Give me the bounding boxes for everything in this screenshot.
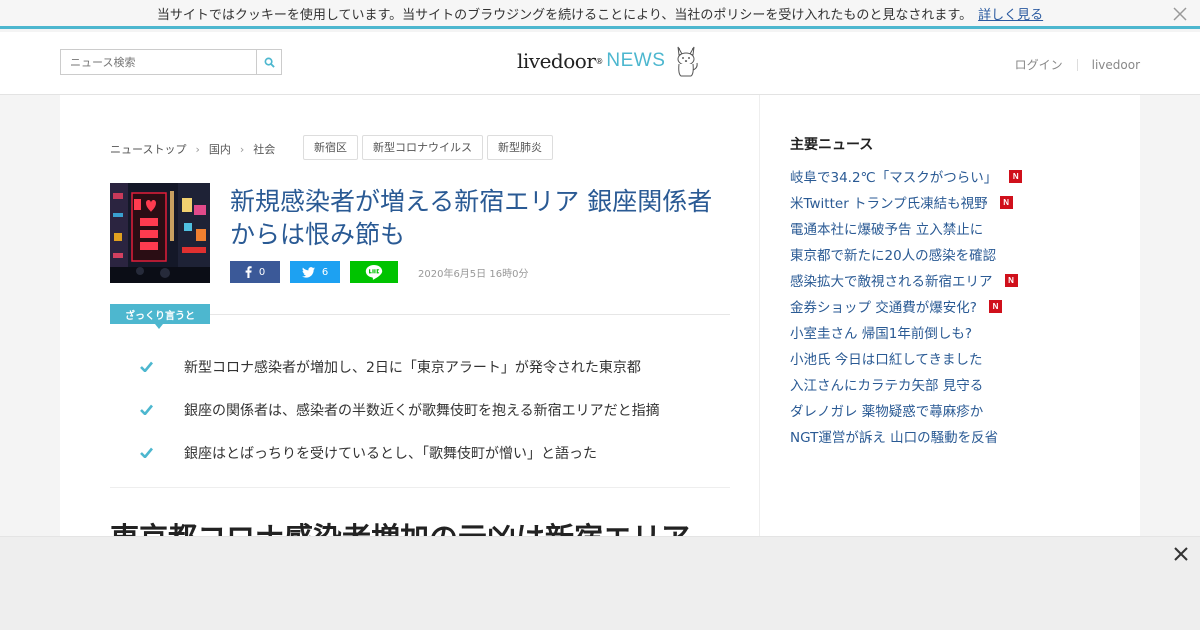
article-date: 2020年6月5日 16時0分 — [418, 269, 529, 280]
article-thumbnail[interactable] — [110, 183, 210, 283]
close-icon[interactable] — [1172, 6, 1188, 22]
search-input[interactable] — [61, 50, 258, 74]
top-news-list: 岐阜で34.2℃「マスクがつらい」 N 米Twitter トランプ氏凍結も視野 N 電通… — [790, 163, 1110, 449]
new-badge: N — [988, 299, 1002, 313]
news-item-title: ダレノガレ 薬物疑惑で蕁麻疹か — [790, 404, 984, 420]
news-item[interactable]: 金券ショップ 交通費が爆安化? N — [790, 293, 1110, 319]
logo-livedoor: livedoor — [517, 49, 596, 73]
summary-divider — [210, 314, 730, 315]
checkmark-icon — [140, 447, 184, 458]
news-item-title: 米Twitter トランプ氏凍結も視野 — [790, 196, 988, 212]
checkmark-icon — [140, 404, 184, 415]
close-icon[interactable] — [1172, 545, 1190, 563]
news-item-title: 東京都で新たに20人の感染を確認 — [790, 248, 997, 264]
kabukicho-street-photo — [110, 183, 210, 283]
summary-label-tail — [155, 324, 163, 329]
twitter-share-count: 6 — [321, 266, 329, 278]
tag-coronavirus[interactable]: 新型コロナウイルス — [362, 135, 483, 160]
summary-point-text: 銀座はとばっちりを受けているとし、「歌舞伎町が憎い」と語った — [184, 445, 597, 462]
divider — [1076, 58, 1078, 71]
section-divider — [110, 487, 730, 488]
twitter-share-button[interactable]: 6 — [290, 261, 340, 283]
new-badge: N — [1004, 273, 1018, 287]
summary-point: 銀座はとばっちりを受けているとし、「歌舞伎町が憎い」と語った — [140, 431, 740, 474]
news-item[interactable]: 電通本社に爆破予告 立入禁止に — [790, 215, 1110, 241]
breadcrumb-item-top[interactable]: ニューストップ — [110, 141, 186, 157]
news-item[interactable]: 岐阜で34.2℃「マスクがつらい」 N — [790, 163, 1110, 189]
new-badge: N — [999, 195, 1013, 209]
news-item-title: 金券ショップ 交通費が爆安化? — [790, 300, 977, 316]
logo-registered-mark: ® — [595, 56, 604, 66]
search-button[interactable] — [257, 50, 281, 74]
news-item[interactable]: 小池氏 今日は口紅してきました — [790, 345, 1110, 371]
news-item[interactable]: 感染拡大で敵視される新宿エリア N — [790, 267, 1110, 293]
news-item[interactable]: 米Twitter トランプ氏凍結も視野 N — [790, 189, 1110, 215]
twitter-icon — [301, 266, 315, 278]
article-title: 新規感染者が増える新宿エリア 銀座関係者からは恨み節も — [230, 187, 713, 249]
news-item-title: 感染拡大で敵視される新宿エリア — [790, 274, 993, 290]
summary-point-text: 銀座の関係者は、感染者の半数近くが歌舞伎町を抱える新宿エリアだと指摘 — [184, 402, 660, 419]
breadcrumb-item-society[interactable]: 社会 — [253, 141, 275, 157]
news-item[interactable]: ダレノガレ 薬物疑惑で蕁麻疹か — [790, 397, 1110, 423]
logo-news: NEWS — [606, 50, 666, 71]
news-item-title: 小室圭さん 帰国1年前倒しも? — [790, 326, 973, 342]
news-item[interactable]: 入江さんにカラテカ矢部 見守る — [790, 371, 1110, 397]
search-box — [60, 49, 282, 75]
news-item-title: 岐阜で34.2℃「マスクがつらい」 — [790, 170, 998, 186]
news-item-title: 電通本社に爆破予告 立入禁止に — [790, 222, 984, 238]
site-header: livedoor ® NEWS ログイン livedoor — [0, 32, 1200, 95]
summary-point: 新型コロナ感染者が増加し、2日に「東京アラート」が発令された東京都 — [140, 345, 740, 388]
facebook-share-button[interactable]: 0 — [230, 261, 280, 283]
dog-mascot-icon — [677, 46, 699, 77]
facebook-share-count: 0 — [258, 266, 266, 278]
new-badge: N — [1009, 169, 1023, 183]
chevron-right-icon: › — [195, 142, 200, 156]
site-logo[interactable]: livedoor ® NEWS — [517, 44, 699, 78]
sidebar-title: 主要ニュース — [790, 137, 874, 153]
line-icon — [365, 265, 383, 280]
line-share-button[interactable] — [350, 261, 398, 283]
cookie-banner: 当サイトではクッキーを使用しています。当サイトのブラウジングを続けることにより、… — [0, 0, 1200, 29]
login-link[interactable]: ログイン — [1015, 56, 1063, 73]
cookie-text: 当サイトではクッキーを使用しています。当サイトのブラウジングを続けることにより、… — [156, 7, 973, 23]
livedoor-link[interactable]: livedoor — [1092, 58, 1140, 72]
breadcrumb-item-domestic[interactable]: 国内 — [209, 141, 231, 157]
news-item-title: NGT運営が訴え 山口の騒動を反省 — [790, 430, 999, 446]
ad-banner — [0, 536, 1200, 630]
checkmark-icon — [140, 361, 184, 372]
header-links: ログイン livedoor — [1015, 56, 1140, 73]
chevron-right-icon: › — [239, 142, 245, 156]
cookie-more-link[interactable]: 詳しく見る — [978, 4, 1043, 23]
facebook-icon — [245, 266, 252, 278]
summary-point-text: 新型コロナ感染者が増加し、2日に「東京アラート」が発令された東京都 — [184, 359, 641, 376]
summary-points: 新型コロナ感染者が増加し、2日に「東京アラート」が発令された東京都 銀座の関係者… — [140, 345, 740, 474]
news-item[interactable]: 小室圭さん 帰国1年前倒しも? — [790, 319, 1110, 345]
news-item[interactable]: 東京都で新たに20人の感染を確認 — [790, 241, 1110, 267]
news-item-title: 小池氏 今日は口紅してきました — [790, 352, 983, 368]
tag-shinjuku[interactable]: 新宿区 — [303, 135, 358, 160]
news-item[interactable]: NGT運営が訴え 山口の騒動を反省 — [790, 423, 1110, 449]
tag-pneumonia[interactable]: 新型肺炎 — [487, 135, 553, 160]
search-icon — [264, 57, 275, 68]
tag-list: 新宿区 新型コロナウイルス 新型肺炎 — [303, 135, 557, 160]
summary-point: 銀座の関係者は、感染者の半数近くが歌舞伎町を抱える新宿エリアだと指摘 — [140, 388, 740, 431]
breadcrumb: ニューストップ › 国内 › 社会 — [110, 141, 275, 157]
summary-label: ざっくり言うと — [110, 304, 210, 324]
news-item-title: 入江さんにカラテカ矢部 見守る — [790, 378, 984, 394]
